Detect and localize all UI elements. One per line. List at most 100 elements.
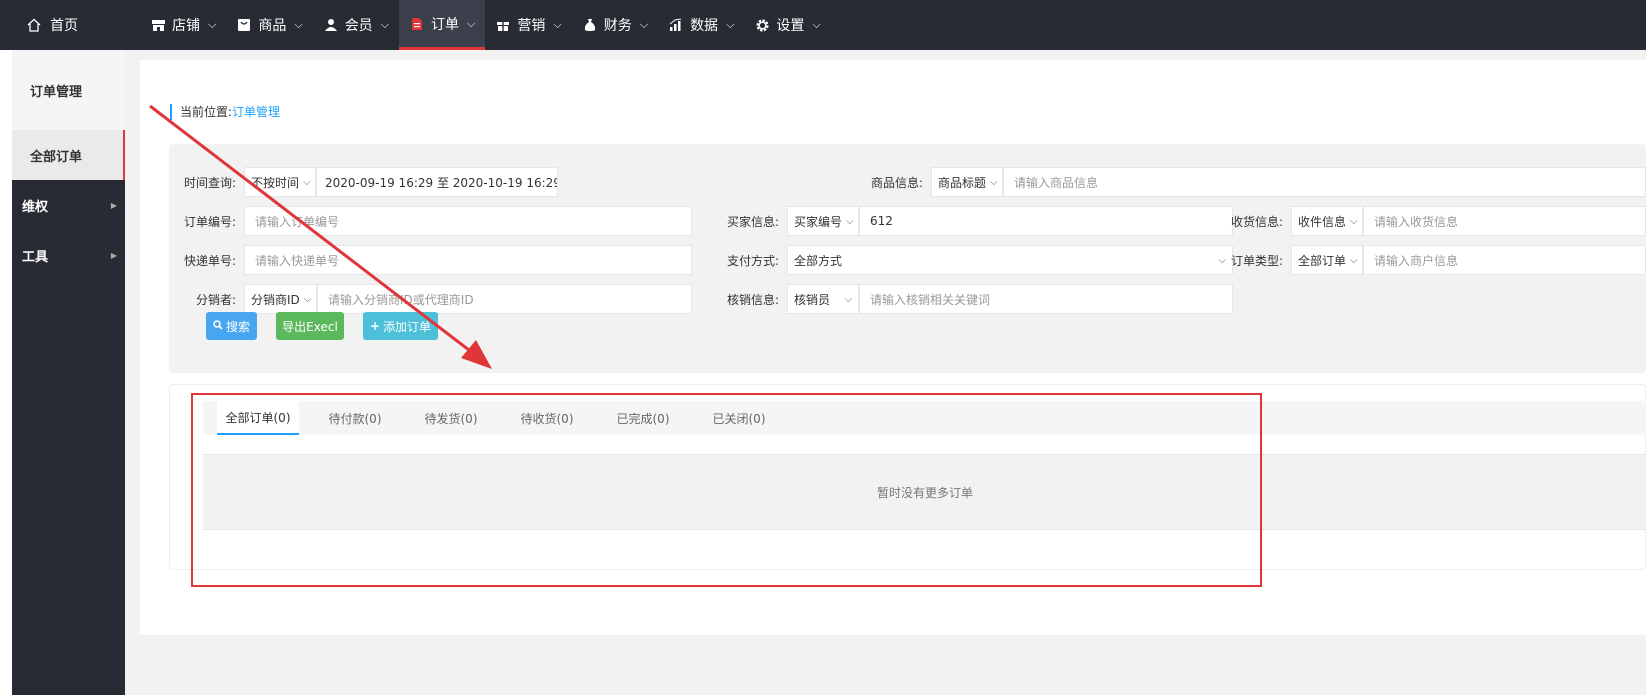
moneybag-icon (582, 17, 598, 33)
sidebar-group-label: 维权 (22, 199, 49, 215)
breadcrumb-prefix: 当前位置: (180, 105, 233, 119)
chevron-down-icon: ⌵ (844, 293, 852, 305)
sidebar: 订单管理 全部订单 维权 ▶ 工具 ▶ (12, 50, 125, 695)
express-input[interactable]: 请输入快递单号 (244, 245, 692, 275)
order-no-label: 订单编号: (183, 214, 236, 229)
receive-mode-select[interactable]: 收件信息 ⌵ (1291, 206, 1363, 236)
chevron-down-icon: ⌵ (1350, 215, 1358, 227)
nav-data-label: 数据 (690, 18, 719, 34)
type-label: 订单类型: (1230, 253, 1283, 268)
chevron-down-icon: ⌵ (990, 176, 998, 188)
filter-row-verify: 核销信息: 核销员 ⌵ 请输入核销相关关键词 (698, 284, 1233, 314)
breadcrumb: 当前位置:订单管理 (170, 104, 280, 120)
nav-goods[interactable]: 商品 ⌵ (226, 0, 312, 50)
receive-mode-value: 收件信息 (1298, 214, 1347, 229)
chevron-down-icon: ⌵ (208, 18, 217, 31)
nav-member-label: 会员 (344, 18, 373, 34)
chevron-down-icon: ⌵ (294, 18, 303, 31)
nav-settings-label: 设置 (776, 18, 805, 34)
gear-icon (754, 17, 770, 33)
buyer-mode-value: 买家编号 (794, 214, 843, 229)
nav-settings[interactable]: 设置 ⌵ (744, 0, 830, 50)
dist-mode-value: 分销商ID (251, 292, 300, 307)
filter-row-type: 订单类型: 全部订单 ⌵ 请输入商户信息 (1198, 245, 1646, 275)
goods-mode-value: 商品标题 (938, 175, 987, 190)
goods-input[interactable]: 请输入商品信息 (1003, 167, 1646, 197)
filter-row-receive: 收货信息: 收件信息 ⌵ 请输入收货信息 (1198, 206, 1646, 236)
home-icon (26, 17, 42, 33)
buyer-input[interactable]: 612 (859, 206, 1233, 236)
plus-icon: + (369, 319, 381, 333)
express-label: 快递单号: (183, 253, 236, 268)
buyer-label: 买家信息: (726, 214, 779, 229)
receive-input[interactable]: 请输入收货信息 (1363, 206, 1646, 236)
sidebar-group-rights[interactable]: 维权 ▶ (12, 180, 125, 230)
sidebar-group-tools[interactable]: 工具 ▶ (12, 230, 125, 280)
verify-mode-select[interactable]: 核销员 ⌵ (787, 284, 859, 314)
nav-finance[interactable]: 财务 ⌵ (572, 0, 658, 50)
time-mode-select[interactable]: 不按时间 ⌵ (244, 167, 316, 197)
top-nav-bar: 首页 店铺 ⌵ 商品 ⌵ 会员 ⌵ 订单 ⌵ 营销 ⌵ 财务 ⌵ 数据 ⌵ 设置 ⌵ (0, 0, 1646, 50)
date-range-input[interactable]: 2020-09-19 16:29 至 2020-10-19 16:29▦ (316, 167, 558, 197)
receive-label: 收货信息: (1230, 214, 1283, 229)
filter-row-pay: 支付方式: 全部方式 ⌵ (698, 245, 1233, 275)
dist-mode-select[interactable]: 分销商ID ⌵ (244, 284, 317, 314)
sidebar-item-all-orders[interactable]: 全部订单 (12, 130, 125, 180)
chevron-down-icon: ⌵ (1350, 254, 1358, 266)
pay-mode-select[interactable]: 全部方式 ⌵ (787, 245, 1233, 275)
time-mode-value: 不按时间 (251, 175, 300, 190)
nav-store[interactable]: 店铺 ⌵ (140, 0, 226, 50)
chevron-down-icon: ⌵ (380, 18, 390, 31)
chevron-down-icon: ⌵ (303, 293, 312, 305)
bag-icon (236, 17, 252, 33)
chevron-down-icon: ⌵ (303, 176, 311, 188)
caret-right-icon: ▶ (110, 250, 117, 260)
search-icon (213, 319, 223, 333)
chevron-down-icon: ⌵ (639, 18, 649, 31)
filter-row-time: 时间查询: 不按时间 ⌵ 2020-09-19 16:29 至 2020-10-1… (169, 167, 558, 197)
caret-right-icon: ▶ (110, 200, 117, 210)
annotation-highlight-box (191, 393, 1262, 587)
goods-mode-select[interactable]: 商品标题 ⌵ (931, 167, 1003, 197)
nav-marketing-label: 营销 (517, 18, 546, 34)
sidebar-title: 订单管理 (12, 50, 125, 130)
type-mode-select[interactable]: 全部订单 ⌵ (1291, 245, 1363, 275)
filter-row-distributor: 分销者: 分销商ID ⌵ 请输入分销商ID或代理商ID (169, 284, 692, 314)
gift-icon (495, 17, 511, 33)
nav-marketing[interactable]: 营销 ⌵ (485, 0, 571, 50)
nav-order[interactable]: 订单 ⌵ (399, 0, 486, 50)
left-edge-strip (0, 50, 12, 695)
nav-home[interactable]: 首页 (0, 0, 140, 50)
breadcrumb-current[interactable]: 订单管理 (232, 105, 280, 119)
search-button[interactable]: 搜索 (206, 312, 257, 340)
verify-input[interactable]: 请输入核销相关关键词 (859, 284, 1233, 314)
pay-mode-value: 全部方式 (794, 253, 843, 268)
export-button[interactable]: 导出Execl (276, 312, 344, 340)
verify-mode-value: 核销员 (794, 292, 831, 307)
nav-member[interactable]: 会员 ⌵ (313, 0, 399, 50)
chevron-down-icon: ⌵ (726, 18, 735, 31)
verify-label: 核销信息: (726, 292, 779, 307)
store-icon (150, 17, 166, 33)
user-icon (323, 17, 339, 33)
type-input[interactable]: 请输入商户信息 (1363, 245, 1646, 275)
nav-data[interactable]: 数据 ⌵ (658, 0, 744, 50)
chevron-down-icon: ⌵ (846, 215, 854, 227)
chevron-down-icon: ⌵ (467, 16, 476, 30)
order-no-input[interactable]: 请输入订单编号 (244, 206, 692, 236)
export-button-label: 导出Execl (282, 319, 338, 334)
nav-goods-label: 商品 (258, 18, 287, 34)
nav-order-label: 订单 (431, 16, 460, 33)
add-order-button[interactable]: + 添加订单 (363, 312, 438, 340)
nav-home-label: 首页 (50, 18, 78, 34)
search-button-label: 搜索 (225, 319, 250, 334)
dist-input[interactable]: 请输入分销商ID或代理商ID (317, 284, 692, 314)
chevron-down-icon: ⌵ (553, 18, 562, 31)
chevron-down-icon: ⌵ (812, 18, 821, 31)
buyer-mode-select[interactable]: 买家编号 ⌵ (787, 206, 859, 236)
filter-row-buyer: 买家信息: 买家编号 ⌵ 612 (698, 206, 1233, 236)
date-range-value: 2020-09-19 16:29 至 2020-10-19 16:29 (325, 175, 558, 190)
document-icon (409, 16, 425, 32)
filter-row-goods: 商品信息: 商品标题 ⌵ 请输入商品信息 (853, 167, 1646, 197)
dist-label: 分销者: (195, 292, 236, 307)
